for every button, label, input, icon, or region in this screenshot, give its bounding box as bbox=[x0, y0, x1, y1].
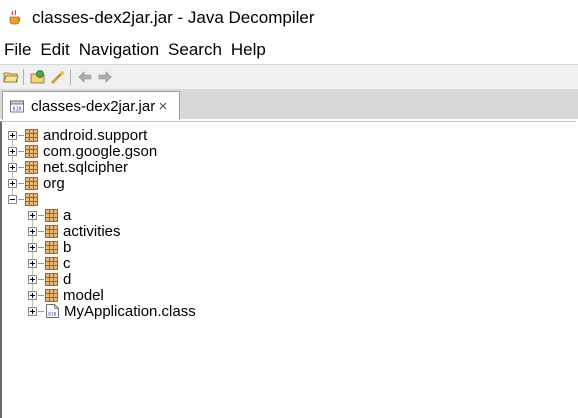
expand-toggle[interactable] bbox=[28, 242, 37, 252]
tree-node-c[interactable]: c bbox=[28, 254, 71, 272]
tree-connector bbox=[38, 246, 44, 248]
menu-bar: File Edit Navigation Search Help bbox=[0, 37, 578, 63]
window-title: classes-dex2jar.jar - Java Decompiler bbox=[32, 8, 315, 27]
tree-node-d[interactable]: d bbox=[28, 270, 72, 288]
tree-node-label: MyApplication.class bbox=[64, 302, 196, 320]
tree-node-net-sqlcipher[interactable]: net.sqlcipher bbox=[8, 158, 129, 176]
tree-node-label: d bbox=[63, 270, 72, 288]
expand-toggle[interactable] bbox=[8, 130, 17, 140]
package-tree: android.support com.google.gson net.sqlc… bbox=[0, 121, 576, 418]
tab-bar: 010 classes-dex2jar.jar bbox=[0, 89, 578, 120]
tree-node-a[interactable]: a bbox=[28, 206, 72, 224]
tree-connector bbox=[18, 134, 24, 136]
svg-text:010: 010 bbox=[12, 107, 21, 113]
tree-node-org[interactable]: org bbox=[8, 174, 65, 192]
tree-node-myapplication-class[interactable]: 010 MyApplication.class bbox=[28, 302, 196, 320]
tree-connector bbox=[38, 230, 44, 232]
tree-connector bbox=[18, 198, 24, 200]
expand-toggle[interactable] bbox=[28, 306, 37, 316]
menu-file[interactable]: File bbox=[0, 40, 35, 60]
collapse-toggle[interactable] bbox=[8, 194, 17, 204]
package-icon bbox=[25, 176, 38, 190]
menu-edit[interactable]: Edit bbox=[36, 40, 73, 60]
tree-connector bbox=[38, 294, 44, 296]
menu-navigation[interactable]: Navigation bbox=[75, 40, 163, 60]
tree-connector bbox=[38, 278, 44, 280]
tree-connector bbox=[18, 166, 24, 168]
tree-connector bbox=[38, 310, 44, 312]
expand-toggle[interactable] bbox=[28, 290, 37, 300]
open-folder-icon bbox=[3, 72, 19, 83]
tree-node-label: android.support bbox=[43, 126, 148, 144]
java-cup-icon bbox=[9, 9, 21, 25]
package-icon bbox=[25, 128, 38, 142]
package-icon bbox=[45, 224, 58, 238]
expand-toggle[interactable] bbox=[8, 162, 17, 172]
forward-button[interactable] bbox=[96, 68, 114, 86]
tree-node-model[interactable]: model bbox=[28, 286, 104, 304]
expand-toggle[interactable] bbox=[8, 178, 17, 188]
open-file-button[interactable] bbox=[2, 68, 20, 86]
svg-text:010: 010 bbox=[48, 311, 56, 317]
tree-node-label: activities bbox=[63, 222, 121, 240]
package-icon bbox=[25, 160, 38, 174]
tree-node-label: model bbox=[63, 286, 104, 304]
package-icon bbox=[45, 256, 58, 270]
tree-node-label: c bbox=[63, 254, 71, 272]
tree-node-label: org bbox=[43, 174, 65, 192]
tree-node-android-support[interactable]: android.support bbox=[8, 126, 148, 144]
expand-toggle[interactable] bbox=[8, 146, 17, 156]
tree-node-com-google-gson[interactable]: com.google.gson bbox=[8, 142, 158, 160]
tree-node-label: a bbox=[63, 206, 72, 224]
jar-icon: 010 bbox=[10, 100, 24, 113]
search-button[interactable] bbox=[49, 68, 67, 86]
toolbar-separator bbox=[23, 69, 24, 85]
tree-connector bbox=[38, 262, 44, 264]
close-icon[interactable] bbox=[158, 101, 168, 111]
tree-connector bbox=[38, 214, 44, 216]
tree-node-activities[interactable]: activities bbox=[28, 222, 121, 240]
tree-connector bbox=[18, 150, 24, 152]
package-icon bbox=[45, 208, 58, 222]
package-icon bbox=[25, 144, 38, 158]
package-icon bbox=[45, 288, 58, 302]
search-icon bbox=[50, 71, 64, 85]
open-type-button[interactable] bbox=[29, 68, 47, 86]
tree-node-expanded-package[interactable] bbox=[8, 191, 43, 207]
back-arrow-icon bbox=[78, 71, 92, 83]
package-icon bbox=[45, 272, 58, 286]
title-bar: classes-dex2jar.jar - Java Decompiler bbox=[0, 0, 578, 36]
tree-node-label: net.sqlcipher bbox=[43, 158, 129, 176]
menu-search[interactable]: Search bbox=[164, 40, 226, 60]
back-button[interactable] bbox=[76, 68, 94, 86]
expand-toggle[interactable] bbox=[28, 210, 37, 220]
expand-toggle[interactable] bbox=[28, 226, 37, 236]
expand-toggle[interactable] bbox=[28, 274, 37, 284]
tree-connector bbox=[18, 182, 24, 184]
class-file-icon: 010 bbox=[46, 304, 59, 318]
package-icon bbox=[45, 240, 58, 254]
tree-node-label: b bbox=[63, 238, 72, 256]
tree-node-label: com.google.gson bbox=[43, 142, 158, 160]
tab-label: classes-dex2jar.jar bbox=[31, 97, 156, 115]
package-icon bbox=[25, 192, 38, 206]
tree-node-b[interactable]: b bbox=[28, 238, 72, 256]
tab-classes-dex2jar[interactable]: 010 classes-dex2jar.jar bbox=[2, 91, 180, 120]
menu-help[interactable]: Help bbox=[227, 40, 270, 60]
forward-arrow-icon bbox=[98, 71, 112, 83]
toolbar bbox=[0, 64, 578, 90]
open-type-icon bbox=[30, 70, 45, 84]
expand-toggle[interactable] bbox=[28, 258, 37, 268]
toolbar-separator bbox=[70, 69, 71, 85]
